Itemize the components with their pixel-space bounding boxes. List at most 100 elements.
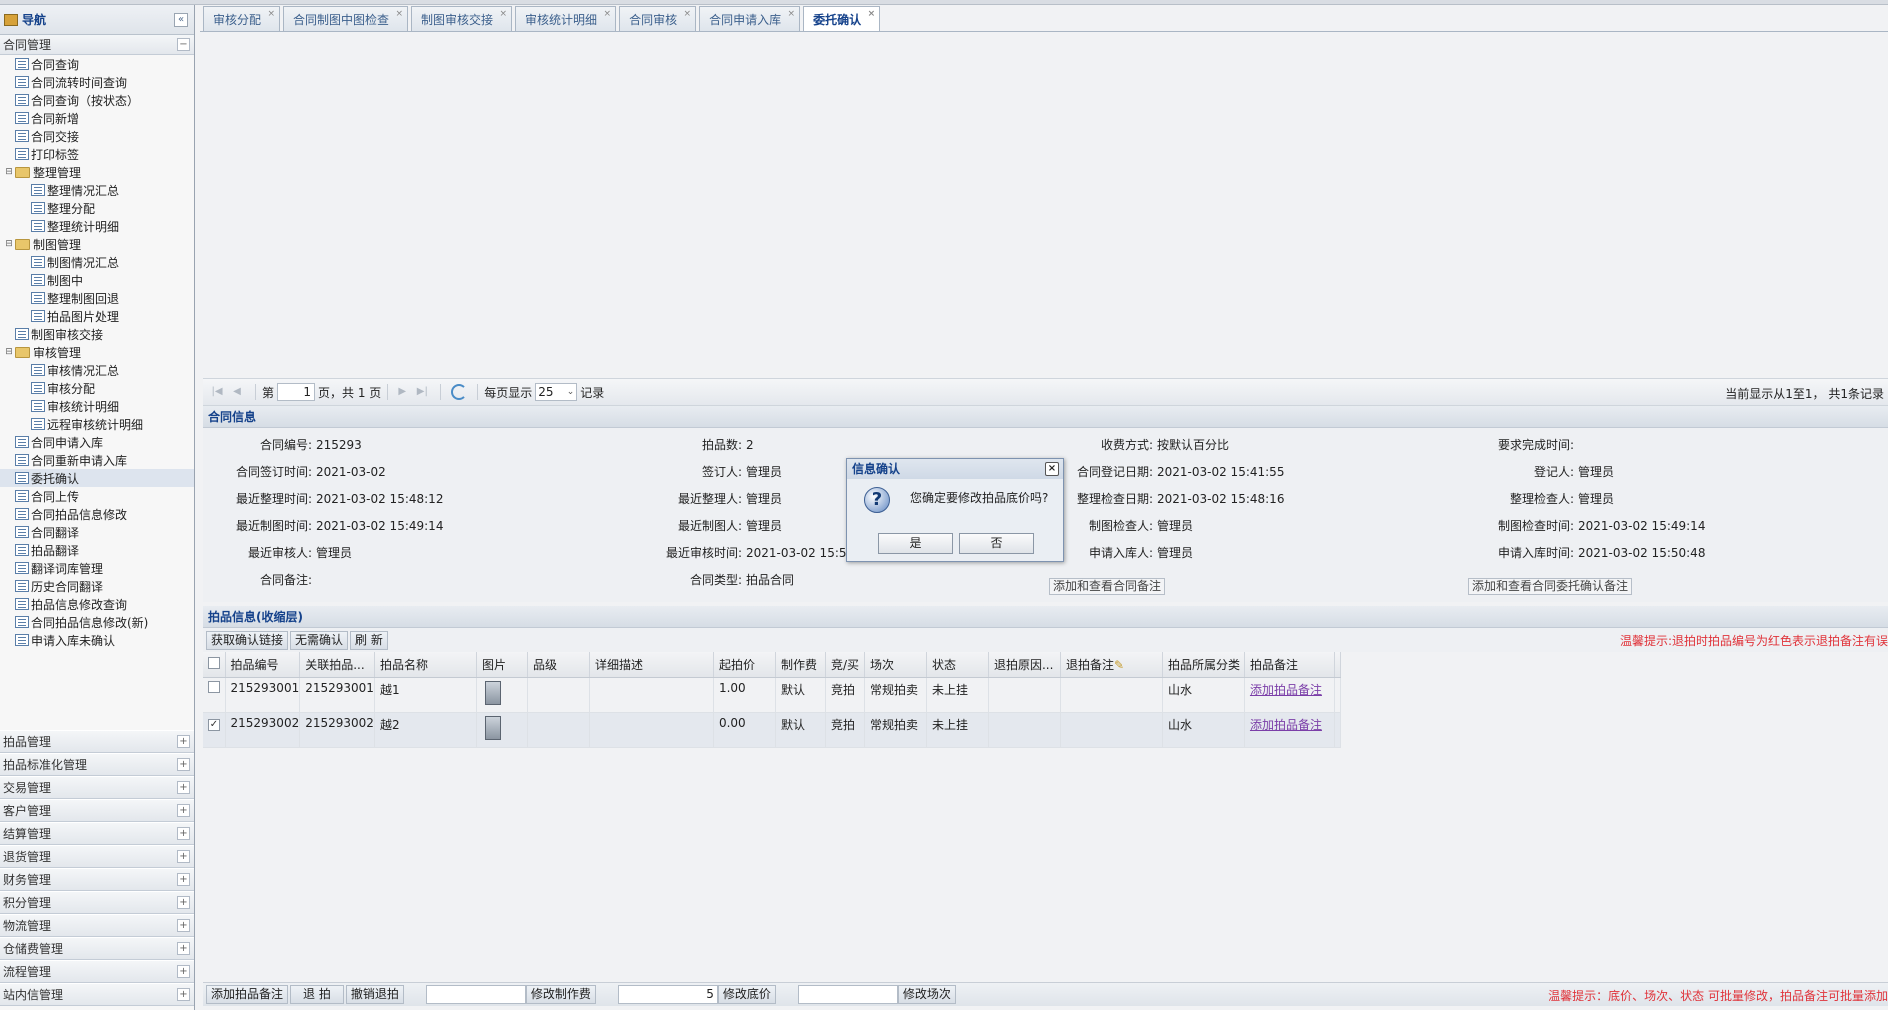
tree-item[interactable]: 合同拍品信息修改(新) — [0, 613, 194, 631]
column-header[interactable]: 拍品所属分类 — [1162, 652, 1245, 678]
per-page-select[interactable]: 25 ⌄ — [535, 383, 578, 401]
column-header[interactable]: 状态 — [926, 652, 989, 678]
tree-item[interactable]: 合同申请入库 — [0, 433, 194, 451]
column-header[interactable]: 关联拍品... — [299, 652, 375, 678]
column-header[interactable]: 场次 — [864, 652, 927, 678]
column-header[interactable]: 退拍原因... — [988, 652, 1061, 678]
column-header[interactable]: 制作费 — [775, 652, 826, 678]
close-tab-icon[interactable]: × — [788, 9, 796, 19]
column-header[interactable]: 起拍价 — [713, 652, 776, 678]
add-item-note-link[interactable]: 添加拍品备注 — [1250, 718, 1322, 732]
items-title[interactable]: 拍品信息(收缩层) — [203, 606, 1888, 628]
tree-item[interactable]: 制图情况汇总 — [0, 253, 194, 271]
nav-group[interactable]: 站内信管理 + — [0, 983, 194, 1006]
collapse-toggle-icon[interactable]: ⊟ — [4, 347, 14, 357]
tree-item[interactable]: 审核统计明细 — [0, 397, 194, 415]
tree-item[interactable]: 合同查询 — [0, 55, 194, 73]
tree-item[interactable]: 合同拍品信息修改 — [0, 505, 194, 523]
close-tab-icon[interactable]: × — [868, 9, 876, 19]
column-header[interactable]: 品级 — [527, 652, 590, 678]
collapse-group-icon[interactable]: − — [177, 38, 190, 51]
expand-group-icon[interactable]: + — [177, 735, 190, 748]
expand-group-icon[interactable]: + — [177, 827, 190, 840]
tree-item[interactable]: ⊟ 制图管理 — [0, 235, 194, 253]
tab[interactable]: 合同申请入库 × — [699, 6, 801, 31]
row-checkbox[interactable] — [208, 680, 220, 693]
tree-item[interactable]: ⊟ 审核管理 — [0, 343, 194, 361]
get-confirm-link-button[interactable]: 获取确认链接 — [206, 630, 289, 650]
row-checkbox[interactable]: ✓ — [208, 718, 220, 731]
expand-group-icon[interactable]: + — [177, 781, 190, 794]
tree-item[interactable]: 委托确认 — [0, 469, 194, 487]
expand-group-icon[interactable]: + — [177, 988, 190, 1001]
close-tab-icon[interactable]: × — [395, 9, 403, 19]
nav-group[interactable]: 结算管理 + — [0, 822, 194, 845]
modify-fee-button[interactable]: 修改制作费 — [525, 985, 596, 1004]
no-button[interactable]: 否 — [959, 533, 1034, 554]
item-image-thumbnail[interactable] — [484, 680, 501, 705]
expand-group-icon[interactable]: + — [177, 804, 190, 817]
tree-item[interactable]: 拍品信息修改查询 — [0, 595, 194, 613]
tree-item[interactable]: 合同新增 — [0, 109, 194, 127]
tab[interactable]: 委托确认 × — [803, 6, 881, 31]
expand-group-icon[interactable]: + — [177, 873, 190, 886]
production-fee-input[interactable] — [425, 985, 526, 1004]
tab[interactable]: 制图审核交接 × — [411, 6, 513, 31]
nav-group[interactable]: 客户管理 + — [0, 799, 194, 822]
tree-item[interactable]: 整理情况汇总 — [0, 181, 194, 199]
expand-group-icon[interactable]: + — [177, 919, 190, 932]
column-header[interactable]: 拍品名称 — [374, 652, 477, 678]
expand-group-icon[interactable]: + — [177, 896, 190, 909]
tree-item[interactable]: 历史合同翻译 — [0, 577, 194, 595]
tree-item[interactable]: 整理统计明细 — [0, 217, 194, 235]
nav-group-contract-management[interactable]: 合同管理 − — [0, 35, 194, 55]
select-all-checkbox[interactable] — [208, 656, 220, 669]
tree-item[interactable]: 整理制图回退 — [0, 289, 194, 307]
nav-group[interactable]: 积分管理 + — [0, 891, 194, 914]
column-header[interactable]: 图片 — [476, 652, 528, 678]
tree-item[interactable]: 合同重新申请入库 — [0, 451, 194, 469]
session-input[interactable] — [797, 985, 898, 1004]
tree-item[interactable]: 合同查询（按状态） — [0, 91, 194, 109]
nav-group[interactable]: 交易管理 + — [0, 776, 194, 799]
tree-item[interactable]: 合同交接 — [0, 127, 194, 145]
expand-group-icon[interactable]: + — [177, 850, 190, 863]
expand-group-icon[interactable]: + — [177, 942, 190, 955]
add-item-note-link[interactable]: 添加拍品备注 — [1250, 683, 1322, 697]
reserve-price-input[interactable]: 5 — [617, 985, 718, 1004]
tree-item[interactable]: 合同上传 — [0, 487, 194, 505]
close-tab-icon[interactable]: × — [604, 9, 612, 19]
tree-item[interactable]: ⊟ 整理管理 — [0, 163, 194, 181]
first-page-icon[interactable]: |◀ — [209, 384, 225, 400]
nav-group[interactable]: 物流管理 + — [0, 914, 194, 937]
column-header[interactable]: 详细描述 — [589, 652, 714, 678]
close-tab-icon[interactable]: × — [267, 9, 275, 19]
tree-item[interactable]: 制图审核交接 — [0, 325, 194, 343]
refresh-icon[interactable] — [451, 384, 468, 400]
tree-item[interactable]: 整理分配 — [0, 199, 194, 217]
collapse-nav-icon[interactable]: « — [174, 12, 188, 27]
cancel-withdraw-button[interactable]: 撤销退拍 — [345, 985, 404, 1004]
close-tab-icon[interactable]: × — [684, 9, 692, 19]
expand-group-icon[interactable]: + — [177, 758, 190, 771]
collapse-toggle-icon[interactable]: ⊟ — [4, 239, 14, 249]
tree-item[interactable]: 远程审核统计明细 — [0, 415, 194, 433]
page-number-input[interactable]: 1 — [277, 383, 316, 401]
tree-item[interactable]: 拍品翻译 — [0, 541, 194, 559]
tab[interactable]: 合同制图中图检查 × — [283, 6, 409, 31]
tree-item[interactable]: 合同翻译 — [0, 523, 194, 541]
next-page-icon[interactable]: ▶ — [394, 384, 410, 400]
close-icon[interactable]: × — [1045, 462, 1059, 476]
table-row[interactable]: ✓ 215293002 215293002 越2 0.00 默认 竞拍 常规拍卖 未上挂 山水 添加… — [203, 712, 1341, 748]
modify-reserve-button[interactable]: 修改底价 — [717, 985, 776, 1004]
view-entrust-notes-button[interactable]: 添加和查看合同委托确认备注 — [1468, 578, 1633, 595]
tree-item[interactable]: 翻译词库管理 — [0, 559, 194, 577]
tree-item[interactable]: 打印标签 — [0, 145, 194, 163]
tab[interactable]: 合同审核 × — [619, 6, 697, 31]
tab[interactable]: 审核分配 × — [203, 6, 281, 31]
collapse-toggle-icon[interactable]: ⊟ — [4, 167, 14, 177]
tree-item[interactable]: 审核分配 — [0, 379, 194, 397]
nav-group[interactable]: 退货管理 + — [0, 845, 194, 868]
nav-group[interactable]: 拍品标准化管理 + — [0, 753, 194, 776]
prev-page-icon[interactable]: ◀ — [229, 384, 245, 400]
